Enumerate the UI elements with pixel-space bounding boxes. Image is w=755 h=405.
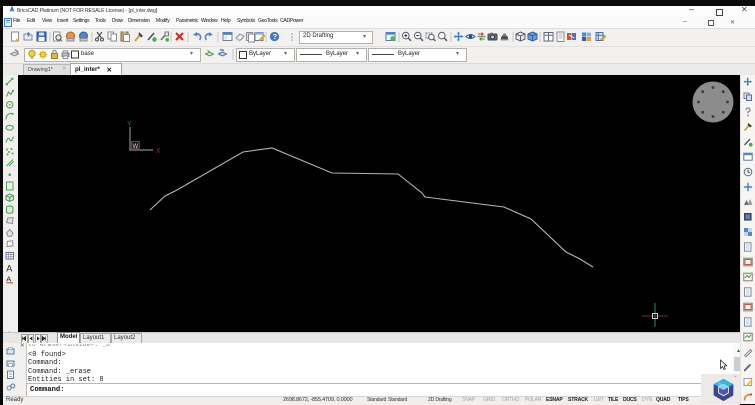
- svg-text:Y: Y: [127, 121, 132, 128]
- svg-text:A: A: [6, 263, 12, 273]
- svg-text:?: ?: [273, 32, 278, 41]
- svg-text:X: X: [156, 148, 161, 155]
- svg-text:W: W: [133, 144, 139, 150]
- svg-text:A: A: [6, 275, 11, 284]
